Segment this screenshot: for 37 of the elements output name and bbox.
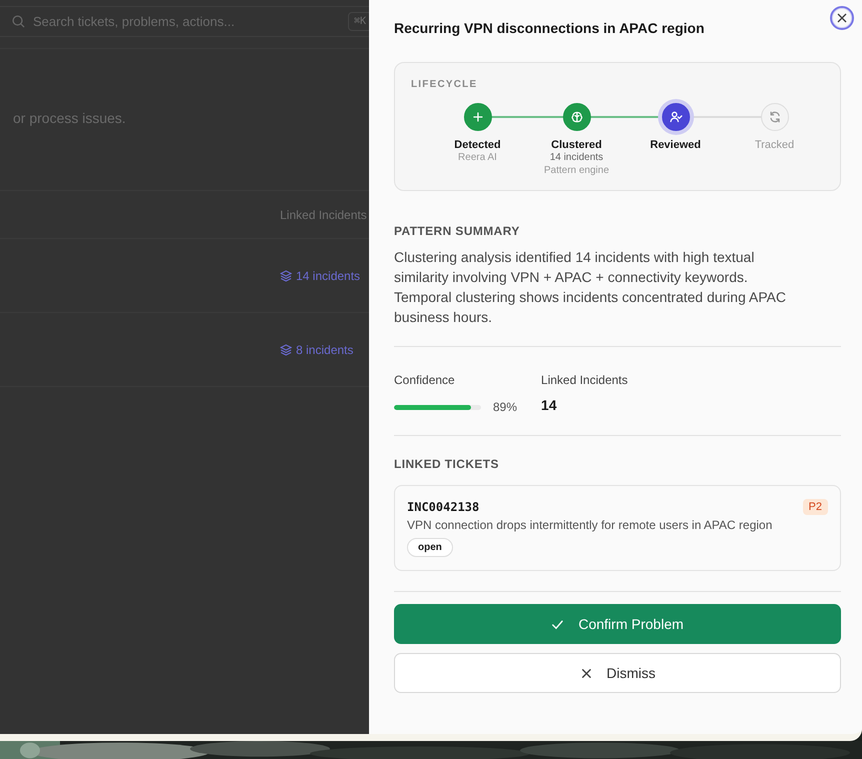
stage-label: Clustered: [551, 139, 602, 151]
linked-count: 14: [541, 397, 558, 413]
summary-text: Clustering analysis identified 14 incidents with high textual similarity involving VPN + APAC + connectivity keywords. Temporal clustering shows incidents concentrated during APAC business hours.: [394, 248, 787, 327]
stage-detail: 14 incidents: [550, 151, 604, 164]
status-badge: open: [407, 538, 453, 557]
metric-label: Confidence: [394, 373, 456, 387]
ticket-description: VPN connection drops intermittently for remote users in APAC region: [407, 518, 774, 532]
priority-badge: P2: [802, 499, 828, 515]
stage-label: Detected: [454, 139, 501, 151]
section-heading: LIFECYCLE: [411, 79, 478, 90]
brain-icon: [570, 110, 584, 124]
linked-incidents-link[interactable]: 14 incidents: [280, 268, 360, 282]
search-icon: [12, 15, 25, 28]
stage-detail: Reera AI: [458, 151, 497, 164]
layers-icon: [280, 270, 292, 282]
ticket-id: INC0042138: [407, 500, 480, 514]
confirm-button[interactable]: Confirm Problem: [394, 604, 841, 644]
plus-icon: [470, 110, 484, 124]
linked-incidents-link[interactable]: 8 incidents: [280, 342, 354, 356]
close-icon: [837, 13, 847, 23]
confidence-value: 89%: [493, 400, 518, 414]
metric-label: Linked Incidents: [541, 373, 628, 387]
close-button[interactable]: [830, 6, 854, 30]
layers-icon: [280, 344, 292, 356]
ticket-card[interactable]: INC0042138 P2 VPN connection drops intermittently for remote users in APAC region open: [394, 485, 841, 571]
stage-detail: Pattern engine: [544, 164, 610, 177]
refresh-icon: [768, 110, 782, 124]
column-header: Linked Incidents: [280, 208, 367, 222]
dismiss-button[interactable]: Dismiss: [394, 653, 841, 693]
close-icon: [580, 666, 592, 680]
stage-label: Reviewed: [650, 139, 701, 151]
section-heading: LINKED TICKETS: [394, 457, 500, 471]
section-heading: PATTERN SUMMARY: [394, 224, 521, 238]
user-check-icon: [668, 110, 682, 124]
panel-title: Recurring VPN disconnections in APAC region: [394, 20, 706, 36]
stage-label: Tracked: [754, 139, 794, 151]
check-icon: [551, 618, 564, 630]
